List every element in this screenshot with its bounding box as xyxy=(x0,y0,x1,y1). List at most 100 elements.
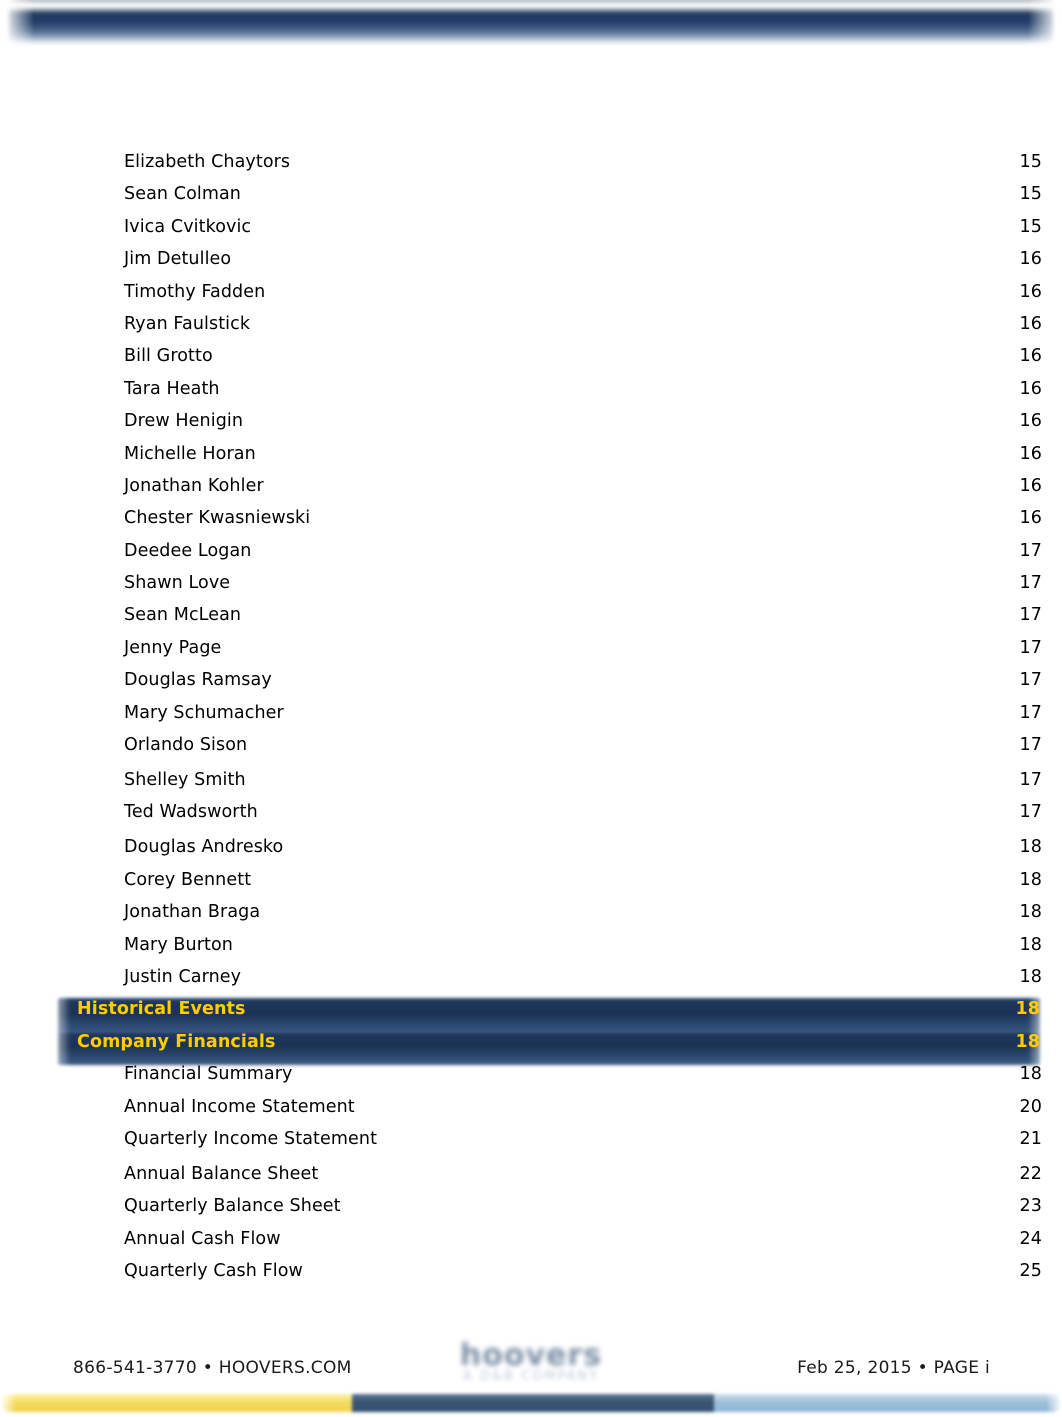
toc-entry-row[interactable]: Elizabeth Chaytors 15 xyxy=(0,152,1062,184)
footer-bar-segment-yellow xyxy=(0,1394,352,1412)
toc-entry-page-number: 17 xyxy=(1019,573,1042,594)
toc-entry-label: Company Financials xyxy=(77,1031,276,1052)
toc-entry-row[interactable]: Sean McLean 17 xyxy=(0,605,1062,637)
toc-entry-label: Chester Kwasniewski xyxy=(124,508,311,529)
toc-entry-row[interactable]: Deedee Logan 17 xyxy=(0,541,1062,573)
toc-entry-label: Sean Colman xyxy=(124,184,242,205)
toc-entry-row[interactable]: Ryan Faulstick 16 xyxy=(0,314,1062,346)
toc-section-row[interactable]: Company Financials 18 xyxy=(0,1030,1062,1066)
toc-entry-row[interactable]: Shawn Love 17 xyxy=(0,573,1062,605)
toc-entry-page-number: 16 xyxy=(1019,475,1042,496)
toc-entry-label: Tara Heath xyxy=(124,378,220,399)
toc-entry-row[interactable]: Quarterly Cash Flow 25 xyxy=(0,1261,1062,1293)
toc-entry-label: Ryan Faulstick xyxy=(124,313,251,334)
toc-entry-label: Douglas Andresko xyxy=(124,837,284,858)
toc-entry-page-number: 15 xyxy=(1019,184,1042,205)
page-header-left-fade xyxy=(0,0,34,46)
toc-entry-row[interactable]: Corey Bennett 18 xyxy=(0,870,1062,902)
toc-entry-label: Justin Carney xyxy=(124,966,242,987)
toc-entry-row[interactable]: Annual Income Statement 20 xyxy=(0,1097,1062,1129)
toc-entry-label: Deedee Logan xyxy=(124,540,252,561)
toc-entry-row[interactable]: Annual Balance Sheet 22 xyxy=(0,1164,1062,1196)
footer-bar-segment-lightblue xyxy=(714,1394,1062,1412)
toc-entry-page-number: 16 xyxy=(1019,313,1042,334)
toc-entry-row[interactable]: Shelley Smith 17 xyxy=(0,770,1062,802)
toc-entry-page-number: 16 xyxy=(1019,346,1042,367)
toc-entry-page-number: 21 xyxy=(1019,1128,1042,1149)
toc-entry-page-number: 18 xyxy=(1019,934,1042,955)
toc-entry-label: Jonathan Braga xyxy=(124,902,261,923)
toc-entry-label: Shelley Smith xyxy=(124,770,246,791)
toc-entry-page-number: 18 xyxy=(1015,999,1040,1020)
toc-entry-page-number: 18 xyxy=(1019,837,1042,858)
toc-entry-row[interactable]: Tara Heath 16 xyxy=(0,379,1062,411)
toc-entry-row[interactable]: Quarterly Income Statement 21 xyxy=(0,1129,1062,1161)
toc-entry-row[interactable]: Bill Grotto 16 xyxy=(0,346,1062,378)
toc-entry-row[interactable]: Jenny Page 17 xyxy=(0,638,1062,670)
toc-entry-row[interactable]: Timothy Fadden 16 xyxy=(0,282,1062,314)
toc-entry-label: Shawn Love xyxy=(124,573,231,594)
toc-entry-page-number: 18 xyxy=(1015,1031,1040,1052)
toc-entry-row[interactable]: Justin Carney 18 xyxy=(0,967,1062,999)
toc-entry-row[interactable]: Chester Kwasniewski 16 xyxy=(0,508,1062,540)
page-header-right-fade xyxy=(1028,0,1062,46)
toc-entry-row[interactable]: Ivica Cvitkovic 15 xyxy=(0,217,1062,249)
toc-entry-row[interactable]: Sean Colman 15 xyxy=(0,184,1062,216)
toc-entry-label: Sean McLean xyxy=(124,605,242,626)
toc-entry-row[interactable]: Jonathan Kohler 16 xyxy=(0,476,1062,508)
toc-entry-label: Timothy Fadden xyxy=(124,281,266,302)
toc-entry-page-number: 18 xyxy=(1019,869,1042,890)
toc-entry-row[interactable]: Drew Henigin 16 xyxy=(0,411,1062,443)
toc-entry-page-number: 17 xyxy=(1019,770,1042,791)
toc-entry-page-number: 16 xyxy=(1019,378,1042,399)
toc-entry-row[interactable]: Quarterly Balance Sheet 23 xyxy=(0,1196,1062,1228)
toc-entry-page-number: 17 xyxy=(1019,802,1042,823)
footer-bar-right-fade xyxy=(1046,1387,1062,1417)
toc-entry-label: Annual Cash Flow xyxy=(124,1228,281,1249)
page-footer: 866-541-3770 • HOOVERS.COM Feb 25, 2015 … xyxy=(0,1358,1062,1384)
page-header-band-cap xyxy=(0,0,1062,10)
toc-entry-row[interactable]: Mary Burton 18 xyxy=(0,935,1062,967)
toc-entry-page-number: 23 xyxy=(1019,1196,1042,1217)
toc-entry-label: Elizabeth Chaytors xyxy=(124,152,291,172)
toc-entry-page-number: 17 xyxy=(1019,540,1042,561)
toc-entry-label: Bill Grotto xyxy=(124,346,213,367)
toc-section-row[interactable]: Historical Events 18 xyxy=(0,998,1062,1034)
toc-entry-page-number: 15 xyxy=(1019,216,1042,237)
table-of-contents: Elizabeth Chaytors 15 Sean Colman 15 Ivica C… xyxy=(0,152,1062,1293)
toc-entry-row[interactable]: Orlando Sison 17 xyxy=(0,735,1062,767)
toc-entry-row[interactable]: Douglas Andresko 18 xyxy=(0,837,1062,869)
toc-entry-row[interactable]: Annual Cash Flow 24 xyxy=(0,1229,1062,1261)
toc-entry-page-number: 15 xyxy=(1019,152,1042,172)
footer-contact: 866-541-3770 • HOOVERS.COM xyxy=(73,1358,352,1378)
toc-entry-label: Mary Schumacher xyxy=(124,702,284,723)
toc-entry-label: Orlando Sison xyxy=(124,735,248,756)
toc-entry-row[interactable]: Financial Summary 18 xyxy=(0,1064,1062,1096)
toc-entry-row[interactable]: Jim Detulleo 16 xyxy=(0,249,1062,281)
toc-entry-label: Jenny Page xyxy=(124,637,222,658)
toc-entry-page-number: 17 xyxy=(1019,637,1042,658)
toc-entry-label: Historical Events xyxy=(77,999,246,1020)
toc-entry-page-number: 18 xyxy=(1019,902,1042,923)
toc-entry-label: Quarterly Cash Flow xyxy=(124,1261,303,1282)
footer-color-bar xyxy=(0,1394,1062,1412)
toc-entry-row[interactable]: Jonathan Braga 18 xyxy=(0,902,1062,934)
toc-entry-row[interactable]: Michelle Horan 16 xyxy=(0,444,1062,476)
toc-entry-row[interactable]: Ted Wadsworth 17 xyxy=(0,802,1062,834)
footer-bar-segment-navy xyxy=(352,1394,714,1412)
toc-entry-label: Michelle Horan xyxy=(124,443,256,464)
toc-entry-label: Quarterly Income Statement xyxy=(124,1128,378,1149)
toc-entry-page-number: 16 xyxy=(1019,508,1042,529)
toc-entry-label: Ted Wadsworth xyxy=(124,802,258,823)
toc-entry-page-number: 18 xyxy=(1019,1064,1042,1085)
toc-entry-page-number: 20 xyxy=(1019,1096,1042,1117)
toc-entry-page-number: 18 xyxy=(1019,966,1042,987)
toc-entry-page-number: 16 xyxy=(1019,281,1042,302)
toc-entry-label: Financial Summary xyxy=(124,1064,293,1085)
toc-entry-page-number: 16 xyxy=(1019,249,1042,270)
toc-entry-page-number: 17 xyxy=(1019,702,1042,723)
toc-entry-label: Corey Bennett xyxy=(124,869,252,890)
toc-entry-row[interactable]: Mary Schumacher 17 xyxy=(0,703,1062,735)
toc-entry-label: Ivica Cvitkovic xyxy=(124,216,252,237)
toc-entry-row[interactable]: Douglas Ramsay 17 xyxy=(0,670,1062,702)
